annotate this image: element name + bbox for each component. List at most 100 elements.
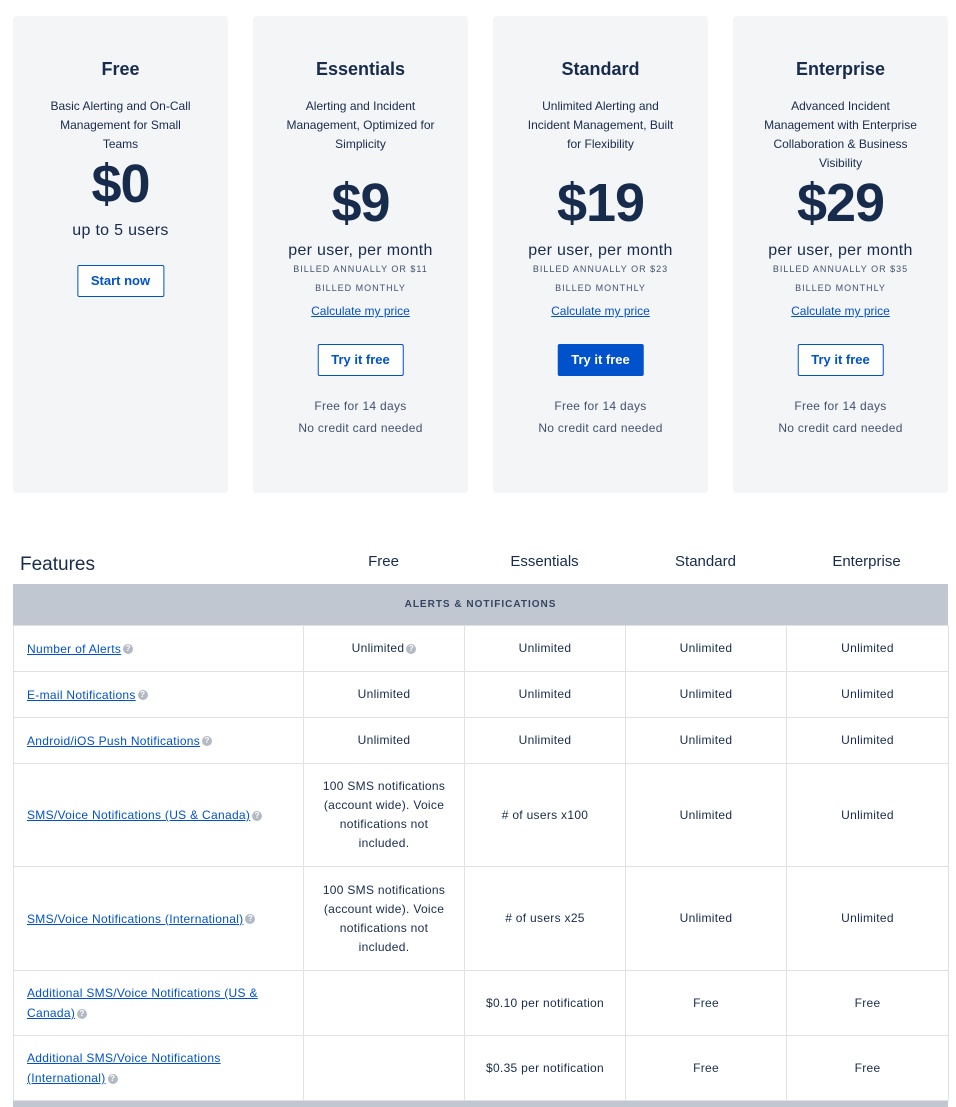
value-text: Unlimited	[518, 733, 572, 747]
plan-description: Advanced Incident Management with Enterp…	[764, 99, 917, 170]
features-header: Features Free Essentials Standard Enterp…	[13, 548, 948, 584]
feature-cell: SMS/Voice Notifications (International)?	[13, 866, 304, 971]
column-header-standard: Standard	[675, 553, 736, 570]
features-table: Number of Alerts? Unlimited? Unlimited Unli…	[13, 625, 949, 1101]
value-cell: Unlimited	[786, 717, 949, 764]
plan-card-enterprise: Enterprise Advanced Incident Management …	[733, 16, 948, 493]
features-section: Features Free Essentials Standard Enterp…	[13, 548, 949, 1107]
plan-card-essentials: Essentials Alerting and Incident Managem…	[253, 16, 468, 493]
plan-description: Alerting and Incident Management, Optimi…	[286, 99, 435, 151]
plan-card-free: Free Basic Alerting and On-Call Manageme…	[13, 16, 228, 493]
value-cell: Unlimited	[625, 717, 787, 764]
features-title: Features	[20, 554, 95, 575]
feature-link[interactable]: Additional SMS/Voice Notifications (Inte…	[27, 1051, 221, 1085]
value-cell: Unlimited	[786, 866, 949, 971]
value-cell: 100 SMS notifications (account wide). Vo…	[303, 866, 465, 971]
value-cell: $0.10 per notification	[464, 970, 626, 1036]
trial-note: Free for 14 days	[794, 399, 887, 413]
value-cell: Free	[625, 1035, 787, 1101]
calculate-price-link[interactable]: Calculate my price	[253, 304, 468, 318]
plan-subtitle: per user, per month	[768, 242, 913, 259]
try-it-free-button[interactable]: Try it free	[557, 344, 644, 376]
feature-cell: E-mail Notifications?	[13, 671, 304, 718]
table-row: SMS/Voice Notifications (US & Canada)? 10…	[13, 763, 949, 867]
try-it-free-button[interactable]: Try it free	[797, 344, 884, 376]
value-cell: Unlimited	[464, 717, 626, 764]
value-text: # of users x25	[505, 911, 585, 925]
feature-link[interactable]: Additional SMS/Voice Notifications (US &…	[27, 986, 258, 1020]
value-cell: $0.35 per notification	[464, 1035, 626, 1101]
feature-link[interactable]: Number of Alerts	[27, 642, 121, 656]
feature-cell: Additional SMS/Voice Notifications (US &…	[13, 970, 304, 1036]
value-text: Unlimited	[351, 641, 405, 655]
value-text: Unlimited	[841, 911, 894, 925]
value-text: Free	[693, 1060, 719, 1075]
plan-price: $0	[91, 154, 150, 214]
column-header-essentials: Essentials	[510, 553, 579, 570]
help-icon[interactable]: ?	[406, 643, 417, 654]
start-now-button[interactable]: Start now	[76, 265, 165, 297]
trial-note: Free for 14 days	[554, 399, 647, 413]
pricing-plans: Free Basic Alerting and On-Call Manageme…	[13, 16, 948, 493]
billing-note: BILLED ANNUALLY OR $35 BILLED MONTHLY	[772, 264, 909, 293]
value-cell: Unlimited	[625, 763, 787, 867]
value-text: Free	[854, 1060, 881, 1075]
value-cell: Unlimited	[786, 671, 949, 718]
try-it-free-button[interactable]: Try it free	[317, 344, 404, 376]
billing-note: BILLED ANNUALLY OR $11 BILLED MONTHLY	[293, 264, 428, 293]
value-text: Unlimited	[518, 641, 572, 655]
value-cell: # of users x25	[464, 866, 626, 971]
value-text: Unlimited	[518, 687, 572, 701]
feature-cell: SMS/Voice Notifications (US & Canada)?	[13, 763, 304, 867]
feature-cell: Android/iOS Push Notifications?	[13, 717, 304, 764]
credit-card-note: No credit card needed	[298, 421, 423, 435]
value-text: $0.35 per notification	[485, 1060, 604, 1075]
feature-link[interactable]: SMS/Voice Notifications (International)	[27, 912, 243, 926]
credit-card-note: No credit card needed	[778, 421, 903, 435]
value-cell: Free	[625, 970, 787, 1036]
help-icon[interactable]: ?	[202, 736, 213, 747]
plan-name: Essentials	[315, 59, 406, 79]
plan-price: $9	[331, 173, 390, 233]
help-icon[interactable]: ?	[137, 690, 148, 701]
help-icon[interactable]: ?	[77, 1008, 88, 1019]
value-cell: Unlimited	[303, 717, 465, 764]
plan-subtitle: up to 5 users	[72, 222, 169, 239]
value-cell: Unlimited	[786, 625, 949, 672]
feature-link[interactable]: SMS/Voice Notifications (US & Canada)	[27, 808, 250, 822]
section-header-alerts: ALERTS & NOTIFICATIONS	[13, 584, 948, 625]
table-row: E-mail Notifications? Unlimited Unlimited U…	[13, 671, 949, 718]
value-cell: Free	[786, 970, 949, 1036]
plan-name: Free	[101, 59, 140, 79]
table-row: SMS/Voice Notifications (International)?…	[13, 866, 949, 971]
calculate-price-link[interactable]: Calculate my price	[493, 304, 708, 318]
value-text: Unlimited	[841, 641, 894, 655]
plan-name: Standard	[561, 59, 640, 79]
trial-note: Free for 14 days	[314, 399, 407, 413]
value-cell	[303, 970, 465, 1036]
column-header-enterprise: Enterprise	[832, 553, 901, 570]
value-cell: Unlimited	[625, 671, 787, 718]
feature-link[interactable]: E-mail Notifications	[27, 688, 136, 702]
value-text: Free	[854, 995, 881, 1010]
value-cell: 100 SMS notifications (account wide). Vo…	[303, 763, 465, 867]
help-icon[interactable]: ?	[123, 644, 134, 655]
feature-cell: Additional SMS/Voice Notifications (Inte…	[13, 1035, 304, 1101]
help-icon[interactable]: ?	[107, 1073, 118, 1084]
help-icon[interactable]: ?	[245, 914, 256, 925]
plan-subtitle: per user, per month	[528, 242, 673, 259]
feature-link[interactable]: Android/iOS Push Notifications	[27, 734, 200, 748]
value-cell	[303, 1035, 465, 1101]
plan-price: $29	[796, 173, 885, 233]
value-text: Free	[693, 995, 719, 1010]
help-icon[interactable]: ?	[252, 810, 263, 821]
plan-name: Enterprise	[795, 59, 886, 79]
value-text: # of users x100	[501, 807, 589, 822]
value-cell: Unlimited?	[303, 625, 465, 672]
table-row: Additional SMS/Voice Notifications (US &…	[13, 970, 949, 1036]
calculate-price-link[interactable]: Calculate my price	[733, 304, 948, 318]
value-text: Unlimited	[679, 687, 733, 701]
value-cell: Unlimited	[303, 671, 465, 718]
value-text: Unlimited	[679, 641, 733, 655]
value-text: Unlimited	[679, 733, 733, 747]
